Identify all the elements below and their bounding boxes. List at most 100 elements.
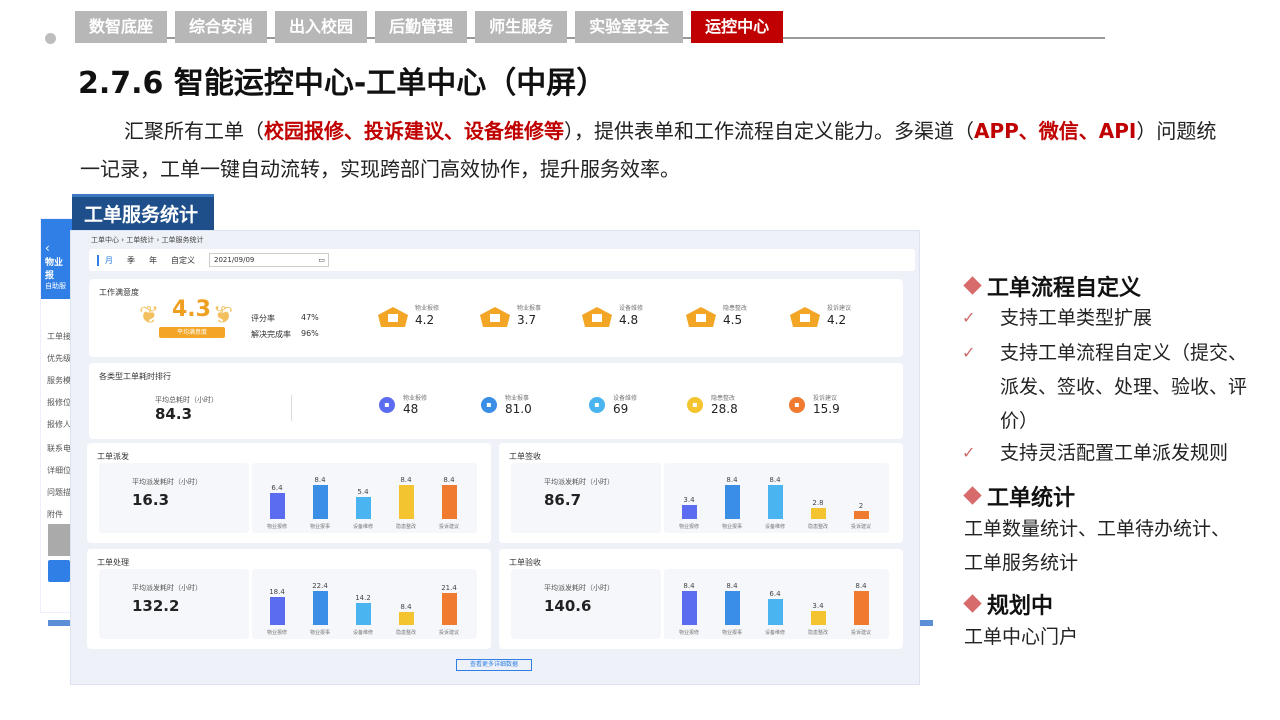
stage-avg-label: 平均派发耗时（小时）: [544, 584, 614, 592]
metric-value: 4.8: [619, 313, 639, 327]
metric-value: 3.7: [517, 313, 537, 327]
time-rank-label: 投诉建议: [813, 395, 838, 402]
resolve-value: 96%: [301, 329, 319, 338]
category-circle-icon: ▪: [589, 397, 605, 413]
stage-avg-box: 平均派发耗时（小时） 132.2: [99, 569, 249, 639]
satisfaction-metric: 设备维修 4.8: [581, 303, 671, 343]
bar-value-label: 3.4: [812, 602, 824, 611]
bar-category-label: 设备维修: [764, 524, 785, 530]
mobile-app-subtitle: 自助服: [45, 282, 66, 290]
category-circle-icon: ▪: [789, 397, 805, 413]
filter-year[interactable]: 年: [149, 255, 157, 266]
filter-custom[interactable]: 自定义: [171, 255, 195, 266]
metric-label: 投诉建议: [827, 305, 852, 312]
bar: [854, 591, 869, 625]
time-rank-label: 隐患整改: [711, 395, 736, 402]
time-rank-label: 物业报修: [403, 395, 428, 402]
stage-avg-box: 平均派发耗时（小时） 16.3: [99, 463, 249, 533]
stage-card: 工单验收 平均派发耗时（小时） 140.6 8.4 物业报修 8.4 物业报事 6.4 设…: [499, 549, 903, 649]
time-rank-value: 81.0: [505, 402, 532, 416]
bar-value-label: 8.4: [400, 603, 412, 612]
bar-category-label: 投诉建议: [438, 524, 459, 530]
mobile-row: 详细位: [47, 466, 71, 475]
stage-avg-label: 平均派发耗时（小时）: [132, 584, 202, 592]
date-picker[interactable]: 2021/09/09 ▭: [209, 253, 329, 267]
tab-lab-safety[interactable]: 实验室安全: [575, 11, 684, 43]
top-nav: 数智底座 综合安消 出入校园 后勤管理 师生服务 实验室安全 运控中心: [75, 11, 784, 43]
check-icon: ✓: [962, 308, 976, 327]
bar: [682, 591, 697, 625]
time-rank-item: ▪ 物业报修 48: [379, 393, 469, 423]
resolve-label: 解决完成率: [251, 330, 291, 339]
check-item-text: 支持工单类型扩展: [1000, 307, 1153, 329]
category-circle-icon: ▪: [379, 397, 395, 413]
metric-label: 设备维修: [619, 305, 644, 312]
time-rank-value: 15.9: [813, 402, 840, 416]
tab-data-base[interactable]: 数智底座: [75, 11, 168, 43]
satisfaction-metric: 投诉建议 4.2: [789, 303, 879, 343]
rate-label: 评分率: [251, 314, 275, 323]
diamond-icon: [963, 594, 982, 613]
attachment-thumbnail: [48, 524, 70, 556]
category-badge-icon: [480, 307, 510, 327]
category-circle-icon: ▪: [481, 397, 497, 413]
bar-value-label: 22.4: [312, 582, 328, 590]
mobile-row: 联系电: [47, 444, 71, 453]
time-rank-card: 各类型工单耗时排行 平均总耗时（小时） 84.3 ▪ 物业报修 48 ▪ 物业报事…: [89, 363, 903, 439]
stage-title: 工单派发: [97, 452, 129, 461]
bar: [270, 597, 285, 625]
bar-value-label: 8.4: [769, 476, 781, 484]
back-arrow-icon: ‹: [45, 241, 50, 255]
bar: [768, 599, 783, 625]
bar: [854, 510, 869, 519]
check-icon: ✓: [962, 343, 976, 362]
tab-logistics[interactable]: 后勤管理: [375, 11, 468, 43]
bar-value-label: 18.4: [269, 588, 285, 597]
mobile-submit-button: [48, 560, 70, 582]
view-more-button[interactable]: 查看更多详细数据: [456, 659, 532, 671]
page-title: 2.7.6 智能运控中心-工单中心（中屏）: [78, 66, 607, 101]
filter-quarter[interactable]: 季: [127, 255, 135, 266]
bar-value-label: 8.4: [855, 582, 867, 590]
tab-operation-center[interactable]: 运控中心: [691, 11, 784, 43]
calendar-icon: ▭: [318, 256, 325, 264]
time-rank-label: 物业报事: [505, 395, 530, 402]
bar: [725, 485, 740, 519]
bar: [811, 611, 826, 625]
bar-value-label: 6.4: [271, 484, 283, 493]
stage-avg-label: 平均派发耗时（小时）: [132, 478, 202, 486]
check-item-text: 支持灵活配置工单派发规则: [1000, 442, 1229, 464]
bar: [270, 493, 285, 519]
bar: [313, 485, 328, 519]
time-rank-item: ▪ 设备维修 69: [589, 393, 679, 423]
heading-workflow: 工单流程自定义: [962, 270, 1141, 302]
plan-item: 工单中心门户: [964, 626, 1079, 648]
bar-category-label: 隐患整改: [395, 524, 416, 530]
bar-value-label: 8.4: [726, 582, 738, 590]
bar-value-label: 3.4: [683, 496, 695, 505]
metric-label: 物业报修: [415, 305, 440, 312]
stats-line-2: 工单服务统计: [964, 552, 1079, 574]
stage-avg-box: 平均派发耗时（小时） 86.7: [511, 463, 661, 533]
filter-month[interactable]: 月: [97, 254, 113, 266]
bar: [399, 485, 414, 519]
bar: [442, 485, 457, 519]
bar-category-label: 设备维修: [352, 524, 373, 530]
satisfaction-metric: 物业报修 4.2: [377, 303, 467, 343]
time-rank-label: 设备维修: [613, 395, 638, 402]
bar: [399, 612, 414, 625]
satisfaction-title: 工作满意度: [99, 288, 139, 297]
heading-stats-text: 工单统计: [987, 486, 1076, 511]
stage-bar-chart: 6.4 物业报修 8.4 物业报事 5.4 设备维修 8.4 隐患整改 8.4 投诉建议: [252, 463, 477, 533]
tab-campus-access[interactable]: 出入校园: [275, 11, 368, 43]
tab-security[interactable]: 综合安消: [175, 11, 268, 43]
bar-value-label: 8.4: [314, 476, 326, 484]
work-order-stats-panel: 工单中心 › 工单统计 › 工单服务统计 月 季 年 自定义 2021/09/0…: [70, 230, 920, 685]
stage-bar-chart: 8.4 物业报修 8.4 物业报事 6.4 设备维修 3.4 隐患整改 8.4 投诉建议: [664, 569, 889, 639]
bar-category-label: 物业报事: [721, 630, 742, 636]
heading-planning: 规划中: [962, 588, 1053, 620]
stage-avg-value: 16.3: [132, 491, 170, 509]
stage-avg-value: 140.6: [544, 597, 592, 615]
tab-services[interactable]: 师生服务: [475, 11, 568, 43]
metric-value: 4.5: [723, 313, 743, 327]
